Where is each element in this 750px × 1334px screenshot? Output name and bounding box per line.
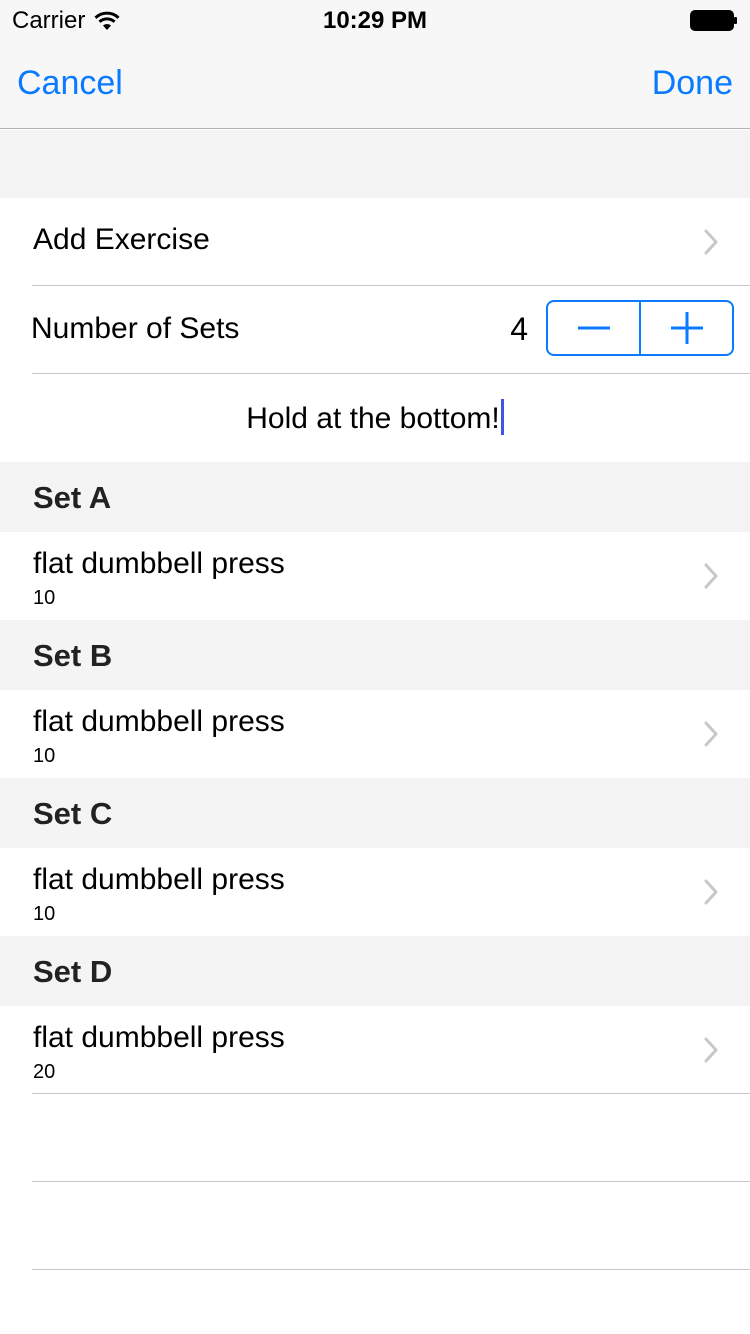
add-exercise-cell[interactable]: Add Exercise [0, 198, 750, 286]
exercise-name: flat dumbbell press [33, 547, 285, 580]
notes-text: Hold at the bottom! [246, 402, 500, 435]
plus-icon [670, 312, 703, 344]
exercise-name: flat dumbbell press [33, 705, 285, 738]
chevron-right-icon [704, 1037, 718, 1063]
increment-button[interactable] [641, 302, 732, 354]
cell-separator [32, 1093, 750, 1094]
add-exercise-label: Add Exercise [33, 223, 210, 256]
section-title: Set D [33, 954, 113, 989]
cancel-button[interactable]: Cancel [17, 64, 123, 103]
status-bar: Carrier 10:29 PM [0, 0, 750, 40]
chevron-right-icon [704, 229, 718, 255]
exercise-name: flat dumbbell press [33, 1021, 285, 1054]
empty-row-separator [32, 1269, 750, 1270]
empty-row-separator [32, 1181, 750, 1182]
section-header-set-b: Set B [0, 620, 750, 690]
reps-count: 10 [33, 745, 56, 767]
notes-cell[interactable]: Hold at the bottom! [0, 374, 750, 462]
reps-count: 10 [33, 587, 56, 609]
notes-field[interactable]: Hold at the bottom! [0, 399, 750, 436]
set-row[interactable]: flat dumbbell press 10 [0, 690, 750, 778]
status-time: 10:29 PM [322, 7, 428, 34]
done-button[interactable]: Done [652, 64, 733, 103]
sets-stepper[interactable] [546, 300, 734, 356]
table-top-spacer [0, 130, 750, 198]
section-header-set-d: Set D [0, 936, 750, 1006]
number-of-sets-cell: Number of Sets 4 [0, 286, 750, 374]
battery-icon [690, 10, 737, 31]
set-row[interactable]: flat dumbbell press 10 [0, 532, 750, 620]
exercise-name: flat dumbbell press [33, 863, 285, 896]
minus-icon [577, 326, 610, 330]
number-of-sets-value: 4 [510, 311, 528, 347]
decrement-button[interactable] [548, 302, 641, 354]
chevron-right-icon [704, 563, 718, 589]
text-cursor [500, 399, 504, 435]
section-header-set-c: Set C [0, 778, 750, 848]
reps-count: 20 [33, 1061, 56, 1083]
number-of-sets-label: Number of Sets [31, 312, 240, 345]
section-header-set-a: Set A [0, 462, 750, 532]
chevron-right-icon [704, 879, 718, 905]
navigation-bar: Cancel Done [0, 40, 750, 129]
section-title: Set A [33, 480, 112, 515]
set-row[interactable]: flat dumbbell press 20 [0, 1006, 750, 1094]
section-title: Set C [33, 796, 113, 831]
set-row[interactable]: flat dumbbell press 10 [0, 848, 750, 936]
reps-count: 10 [33, 903, 56, 925]
section-title: Set B [33, 638, 113, 673]
chevron-right-icon [704, 721, 718, 747]
